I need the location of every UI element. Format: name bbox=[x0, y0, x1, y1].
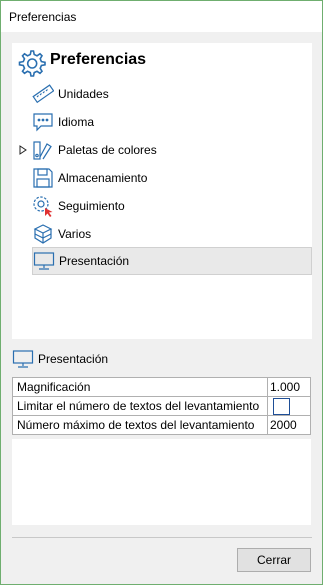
tree-item-idioma[interactable]: Idioma bbox=[32, 108, 312, 136]
property-name: Limitar el número de textos del levantam… bbox=[12, 396, 268, 416]
tree-item-presentacion[interactable]: Presentación bbox=[32, 247, 312, 275]
properties-table: Magnificación 1.000 Limitar el número de… bbox=[12, 377, 311, 435]
monitor-icon bbox=[12, 350, 34, 368]
window-title: Preferencias bbox=[9, 10, 77, 24]
preferences-window: Preferencias Preferencias Unidades Idiom… bbox=[0, 0, 323, 585]
table-row: Magnificación 1.000 bbox=[12, 377, 311, 397]
gear-icon bbox=[18, 50, 46, 77]
tree-item-unidades[interactable]: Unidades bbox=[32, 80, 312, 108]
title-bar: Preferencias bbox=[1, 1, 322, 32]
expand-arrow-icon[interactable] bbox=[19, 145, 27, 155]
tree-item-label: Almacenamiento bbox=[58, 171, 148, 185]
color-swatches-icon bbox=[33, 141, 52, 160]
properties-title: Presentación bbox=[38, 352, 109, 366]
tree-item-paletas-de-colores[interactable]: Paletas de colores bbox=[19, 136, 312, 164]
floppy-disk-icon bbox=[33, 168, 53, 188]
tree-item-seguimiento[interactable]: Seguimiento bbox=[32, 192, 312, 220]
tree-item-label: Presentación bbox=[59, 254, 130, 268]
tree-item-label: Idioma bbox=[58, 115, 95, 129]
property-name: Número máximo de textos del levantamient… bbox=[12, 415, 268, 435]
monitor-icon bbox=[33, 252, 55, 270]
tree-item-label: Seguimiento bbox=[58, 199, 125, 213]
tree-item-varios[interactable]: Varios bbox=[32, 220, 312, 248]
property-name: Magnificación bbox=[12, 377, 268, 397]
tree-root-label: Preferencias bbox=[50, 51, 147, 68]
limit-texts-cell bbox=[267, 396, 311, 416]
tree-item-label: Varios bbox=[58, 227, 92, 241]
tracking-icon bbox=[33, 196, 53, 217]
table-row: Número máximo de textos del levantamient… bbox=[12, 415, 311, 435]
magnification-value[interactable]: 1.000 bbox=[267, 377, 311, 397]
table-row: Limitar el número de textos del levantam… bbox=[12, 396, 311, 416]
tree-item-almacenamiento[interactable]: Almacenamiento bbox=[32, 164, 312, 192]
close-button[interactable]: Cerrar bbox=[237, 548, 311, 572]
tree-item-label: Paletas de colores bbox=[58, 143, 157, 157]
preferences-tree: Preferencias Unidades Idioma Paletas de … bbox=[12, 43, 312, 339]
speech-bubble-icon bbox=[33, 113, 53, 132]
properties-empty-area bbox=[12, 439, 311, 525]
boxes-icon bbox=[33, 224, 53, 244]
divider bbox=[12, 537, 312, 538]
limit-texts-checkbox[interactable] bbox=[273, 398, 290, 415]
max-texts-value[interactable]: 2000 bbox=[267, 415, 311, 435]
tree-item-label: Unidades bbox=[58, 87, 109, 101]
ruler-icon bbox=[32, 84, 54, 104]
